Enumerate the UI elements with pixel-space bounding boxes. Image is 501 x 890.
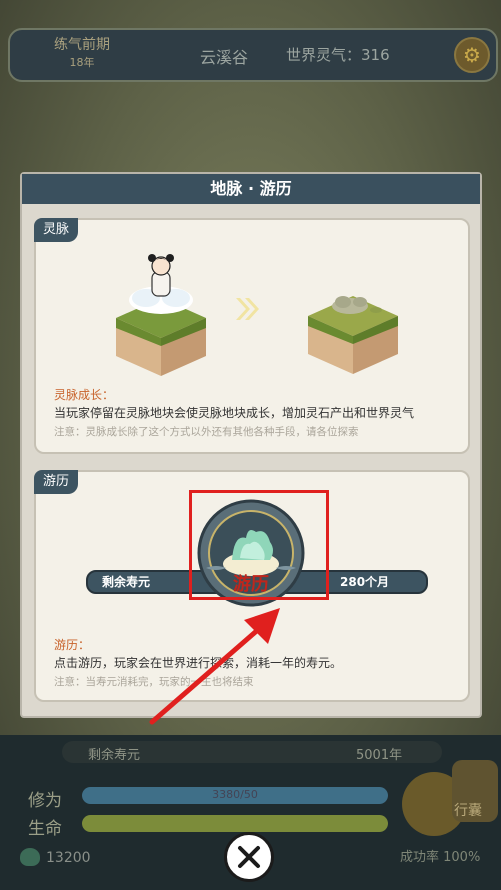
bag-label: 行囊 (454, 803, 482, 819)
travel-tag: 游历 (34, 470, 79, 494)
bg-life-value: 5001年 (356, 748, 403, 763)
location-label: 云溪谷 (200, 48, 249, 67)
double-chevron-right-icon (236, 298, 259, 320)
life-bar (82, 815, 388, 832)
vein-section: 灵脉 灵脉成长： 当玩家停留在灵脉地块会使灵脉地块成长，增加灵石产出和世界灵气 … (34, 218, 470, 454)
bg-life-label: 剩余寿元 (88, 748, 141, 763)
pointer-arrow-icon (149, 608, 280, 725)
vein-tile-after-illustration (308, 296, 398, 374)
cultivation-label: 修为 (28, 791, 62, 811)
close-button[interactable] (224, 832, 274, 882)
spirit-stones-count: 13200 (46, 850, 91, 866)
close-icon (238, 846, 260, 868)
realm-years: 18年 (69, 56, 95, 69)
highlight-box (189, 490, 329, 600)
remaining-life-label: 剩余寿元 (102, 575, 151, 589)
remaining-life-value: 280个月 (340, 575, 390, 589)
dialog-title: 地脉 · 游历 (22, 174, 480, 204)
world-qi-label: 世界灵气：316 (286, 46, 390, 64)
travel-subtitle: 游历： (54, 638, 91, 652)
realm-label: 练气前期 (54, 37, 110, 53)
spirit-stone-icon (20, 848, 40, 866)
realm-info: 练气前期 18年 (22, 30, 142, 70)
vein-subtitle: 灵脉成长： (54, 388, 115, 402)
vein-note: 注意：灵脉成长除了这个方式以外还有其他各种手段，请各位探索 (54, 426, 359, 438)
life-label: 生命 (28, 819, 62, 839)
vein-description: 当玩家停留在灵脉地块会使灵脉地块成长，增加灵石产出和世界灵气 (54, 406, 415, 420)
vein-tag: 灵脉 (34, 218, 79, 242)
success-rate: 成功率 100% (400, 850, 481, 865)
cultivation-value: 3380/50 (212, 788, 258, 801)
vein-tile-before-illustration (116, 254, 206, 376)
gear-icon[interactable]: ⚙ (454, 37, 490, 73)
